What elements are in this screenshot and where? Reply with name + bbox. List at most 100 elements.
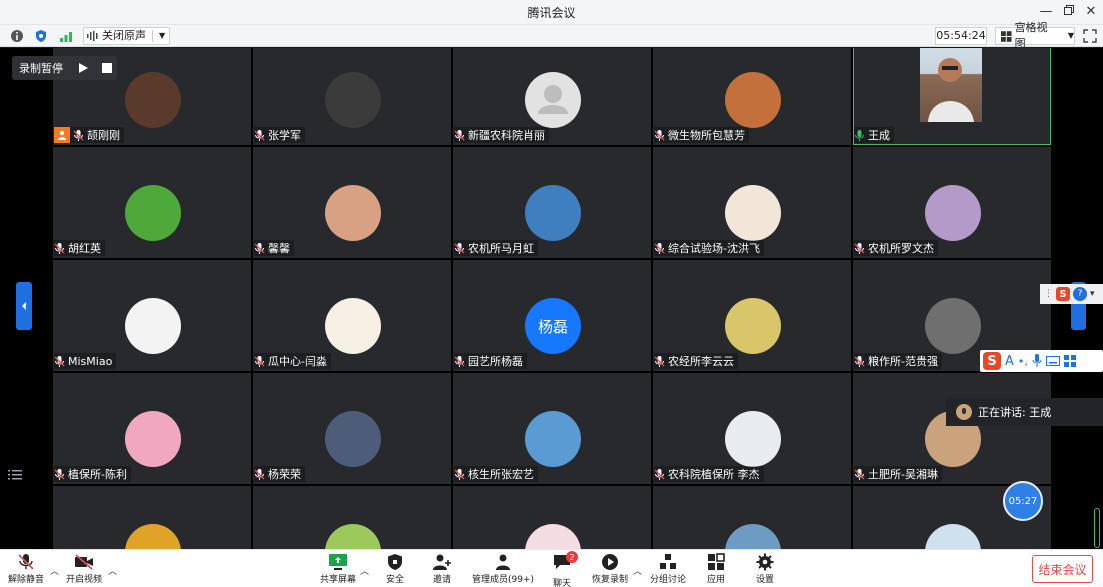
gear-icon	[756, 553, 774, 571]
original-sound-toggle[interactable]: 关闭原声 ▼	[83, 27, 171, 45]
chevron-left-icon	[22, 302, 26, 310]
play-icon[interactable]	[77, 62, 89, 74]
avatar	[125, 185, 181, 241]
settings-button[interactable]: 设置	[755, 553, 775, 585]
participant-name: 微生物所包慧芳	[668, 129, 745, 142]
participant-grid: 颉刚刚 张学军 新疆农科院肖丽 微生物所包慧芳 王成胡红英 馨馨 农机所马月虹 综合试验场-沈…	[53, 48, 1051, 549]
unmute-button[interactable]: 解除静音	[8, 553, 44, 585]
security-button[interactable]: 安全	[385, 553, 405, 585]
restore-icon[interactable]	[1060, 3, 1078, 21]
record-play-icon	[602, 554, 618, 570]
original-sound-label: 关闭原声	[102, 29, 146, 42]
security-icon	[388, 554, 402, 570]
mic-muted-icon	[654, 468, 665, 480]
participant-tile[interactable]: 张学军	[253, 48, 451, 145]
mic-muted-icon	[654, 129, 665, 141]
participant-tile[interactable]: 新疆农科院肖丽	[453, 48, 651, 145]
keyboard-icon[interactable]	[1045, 356, 1060, 366]
active-speaker-indicator: 正在讲话: 王成	[946, 398, 1103, 426]
sogou-logo-icon: S	[983, 352, 1001, 370]
participant-tile[interactable]: 核生所张宏艺	[453, 373, 651, 484]
participant-tile[interactable]: 微生物所包慧芳	[653, 48, 851, 145]
participant-tile[interactable]: 农经所李云云	[653, 260, 851, 371]
previous-page-button[interactable]	[16, 282, 32, 330]
english-mode-icon[interactable]: A	[1005, 354, 1014, 369]
participant-tile[interactable]: 农机所罗文杰	[853, 147, 1051, 258]
chat-button[interactable]: 2 聊天	[552, 551, 578, 587]
participant-nameplate: 综合试验场-沈洪飞	[654, 240, 764, 256]
ime-toolbar[interactable]: S A •,	[980, 350, 1103, 372]
share-screen-button[interactable]: 共享屏幕	[320, 553, 356, 585]
minimize-icon[interactable]: —	[1037, 3, 1055, 21]
participant-tile[interactable]: 综合试验场-沈洪飞	[653, 147, 851, 258]
chevron-up-icon[interactable]: ︿	[633, 564, 642, 577]
list-icon[interactable]	[8, 468, 22, 482]
info-icon[interactable]	[10, 29, 24, 43]
participant-tile[interactable]: 瓜中心-闫淼	[253, 260, 451, 371]
breakout-button[interactable]: 分组讨论	[650, 553, 686, 585]
video-stage: 颉刚刚 张学军 新疆农科院肖丽 微生物所包慧芳 王成胡红英 馨馨 农机所马月虹 综合试验场-沈…	[0, 48, 1103, 549]
close-icon[interactable]: ✕	[1082, 3, 1100, 21]
invite-label: 邀请	[432, 575, 451, 585]
chevron-down-icon[interactable]: ▾	[1090, 289, 1095, 299]
microphone-icon[interactable]	[1032, 354, 1042, 368]
participant-tile[interactable]: 杨荣荣	[253, 373, 451, 484]
meeting-info-bar: 关闭原声 ▼ 05:54:24 宫格视图 ▼	[0, 21, 1103, 50]
resume-recording-button[interactable]: 恢复录制	[592, 553, 628, 585]
participant-tile[interactable]	[653, 486, 851, 549]
mic-muted-icon	[254, 242, 265, 254]
participant-tile[interactable]	[53, 486, 251, 549]
title-bar: 腾讯会议 — ✕	[0, 0, 1103, 25]
mic-muted-icon	[73, 129, 84, 141]
mic-muted-icon	[18, 554, 34, 570]
manage-members-label: 管理成员(99+)	[472, 575, 535, 585]
fullscreen-icon[interactable]	[1083, 29, 1097, 43]
participant-tile[interactable]: 胡红英	[53, 147, 251, 258]
help-icon[interactable]: ?	[1073, 287, 1087, 301]
chat-label: 聊天	[552, 579, 571, 587]
participant-tile[interactable]: 农科院植保所 李杰	[653, 373, 851, 484]
avatar	[525, 411, 581, 467]
meeting-timer: 05:54:24	[935, 27, 987, 45]
participant-tile[interactable]: 馨馨	[253, 147, 451, 258]
participant-name: 瓜中心-闫淼	[268, 355, 327, 368]
participant-tile[interactable]: 土肥所-吴湘琳	[853, 373, 1051, 484]
participant-tile[interactable]	[253, 486, 451, 549]
participant-tile[interactable]: 杨磊 园艺所杨磊	[453, 260, 651, 371]
ime-mini-toolbar[interactable]: ⋮ S ? ▾	[1040, 284, 1103, 304]
participant-nameplate: 瓜中心-闫淼	[254, 353, 331, 369]
apps-button[interactable]: 应用	[706, 553, 726, 585]
manage-members-button[interactable]: 管理成员(99+)	[472, 553, 534, 585]
participant-tile[interactable]: 农机所马月虹	[453, 147, 651, 258]
participant-tile[interactable]: MisMiao	[53, 260, 251, 371]
participant-tile[interactable]	[453, 486, 651, 549]
camera-video	[920, 48, 982, 122]
invite-button[interactable]: 邀请	[432, 553, 452, 585]
punctuation-icon[interactable]: •,	[1018, 355, 1028, 368]
mic-muted-icon	[854, 242, 865, 254]
participant-name: 颉刚刚	[87, 129, 120, 142]
floating-timer[interactable]: 05:27	[1003, 481, 1043, 521]
signal-icon[interactable]	[59, 29, 73, 43]
participant-nameplate: 王成	[854, 127, 894, 143]
apps-grid-icon[interactable]	[1063, 355, 1076, 367]
avatar	[725, 411, 781, 467]
grid-view-button[interactable]: 宫格视图 ▼	[995, 21, 1075, 50]
participant-tile[interactable]: 王成	[853, 48, 1051, 145]
participant-tile[interactable]: 植保所-陈利	[53, 373, 251, 484]
participant-name: 馨馨	[268, 242, 290, 255]
shield-icon[interactable]	[34, 29, 48, 43]
chevron-up-icon[interactable]: ︿	[360, 564, 369, 577]
chevron-down-icon[interactable]: ▼	[159, 28, 165, 44]
chevron-up-icon[interactable]: ︿	[50, 564, 59, 577]
end-meeting-button[interactable]: 结束会议	[1032, 555, 1093, 583]
participant-nameplate: 新疆农科院肖丽	[454, 127, 549, 143]
mic-muted-icon	[254, 355, 265, 367]
chevron-up-icon[interactable]: ︿	[108, 564, 117, 577]
stop-icon[interactable]	[102, 63, 112, 73]
host-icon	[54, 127, 70, 143]
start-video-button[interactable]: 开启视频	[66, 553, 102, 585]
avatar	[325, 72, 381, 128]
participant-name: 园艺所杨磊	[468, 355, 523, 368]
avatar	[725, 524, 781, 549]
